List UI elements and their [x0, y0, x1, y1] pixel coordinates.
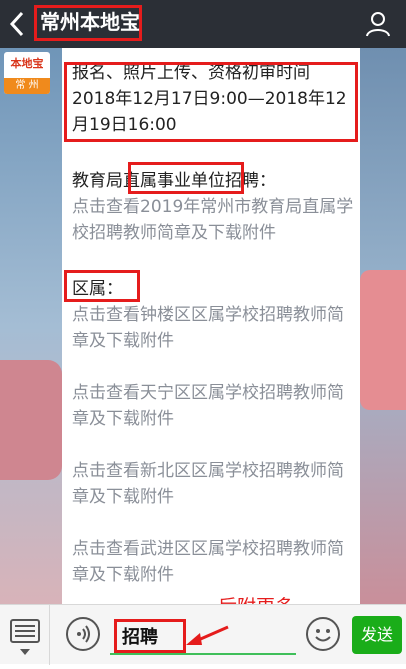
link-zhonglou[interactable]: 点击查看钟楼区区属学校招聘教师简章及下载附件 — [72, 302, 358, 354]
chevron-left-icon[interactable] — [6, 8, 28, 40]
send-button[interactable]: 发送 — [352, 616, 402, 654]
link-tianning[interactable]: 点击查看天宁区区属学校招聘教师简章及下载附件 — [72, 380, 358, 432]
link-xinbei[interactable]: 点击查看新北区区属学校招聘教师简章及下载附件 — [72, 458, 358, 510]
logo-city: 常 州 — [4, 78, 50, 94]
menu-button[interactable] — [0, 605, 50, 665]
highlight-box-direct — [128, 162, 244, 194]
highlight-box-time — [64, 62, 358, 142]
page-title: 常州本地宝 — [40, 10, 140, 34]
sofa-decor-left — [0, 360, 62, 480]
voice-input-button[interactable] — [66, 617, 100, 651]
highlight-box-district — [64, 270, 140, 302]
smile-icon — [315, 629, 331, 642]
list-menu-icon — [10, 619, 40, 655]
article-card: 报名、照片上传、资格初审时间 2018年12月17日9:00—2018年12月1… — [62, 48, 360, 604]
highlight-box-input — [114, 619, 186, 653]
arrow-icon — [186, 625, 229, 645]
link-wujin[interactable]: 点击查看武进区区属学校招聘教师简章及下载附件 — [72, 536, 358, 588]
background-left — [0, 48, 62, 604]
logo-text: 本地宝 — [10, 57, 44, 70]
link-direct-schools[interactable]: 点击查看2019年常州市教育局直属学校招聘教师简章及下载附件 — [72, 194, 358, 246]
voice-icon — [77, 625, 90, 643]
bottom-bar: 招聘 发送 — [0, 604, 406, 665]
sofa-decor — [360, 270, 406, 410]
emoji-button[interactable] — [306, 617, 340, 651]
site-logo[interactable]: 本地宝 常 州 — [4, 52, 50, 94]
top-bar: 常州本地宝 — [0, 0, 406, 48]
user-icon[interactable] — [364, 10, 392, 38]
